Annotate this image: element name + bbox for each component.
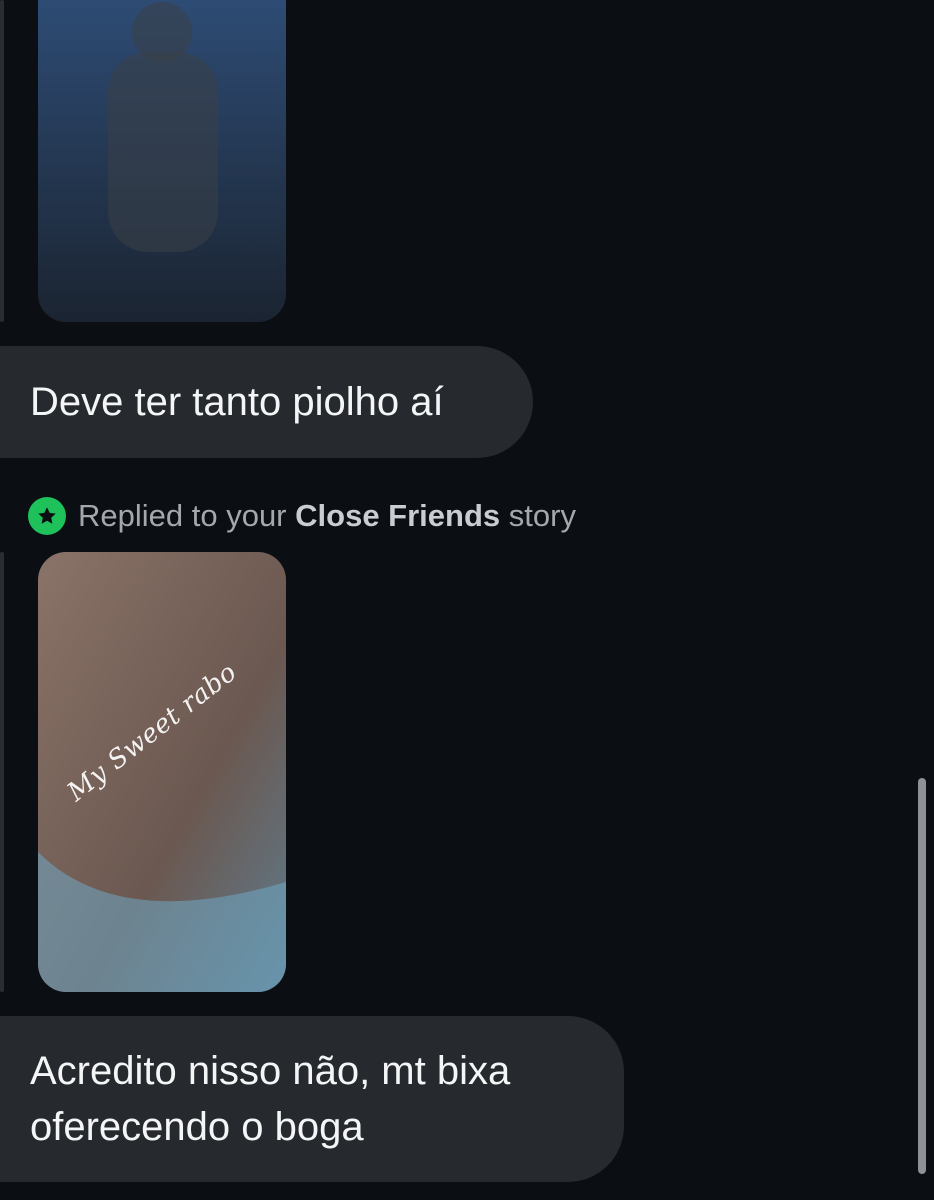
thread-rail-top xyxy=(0,0,4,322)
message-bubble[interactable]: Deve ter tanto piolho aí xyxy=(0,346,533,458)
reply-label-highlight: Close Friends xyxy=(295,498,501,533)
reply-label-prefix: Replied to your xyxy=(78,498,287,533)
message-text: Deve ter tanto piolho aí xyxy=(30,380,444,424)
thread-rail-bottom xyxy=(0,552,4,992)
message-text: Acredito nisso não, mt bixa oferecendo o… xyxy=(30,1049,511,1149)
scrollbar[interactable] xyxy=(918,778,926,1174)
star-icon xyxy=(28,497,66,535)
story-reply-label: Replied to your Close Friends story xyxy=(28,496,576,536)
story-thumbnail-1[interactable] xyxy=(38,0,286,322)
message-bubble[interactable]: Acredito nisso não, mt bixa oferecendo o… xyxy=(0,1016,624,1182)
reply-label-suffix: story xyxy=(508,498,576,533)
photo-placeholder-icon xyxy=(38,0,286,322)
story-thumbnail-2[interactable]: My Sweet rabo xyxy=(38,552,286,992)
